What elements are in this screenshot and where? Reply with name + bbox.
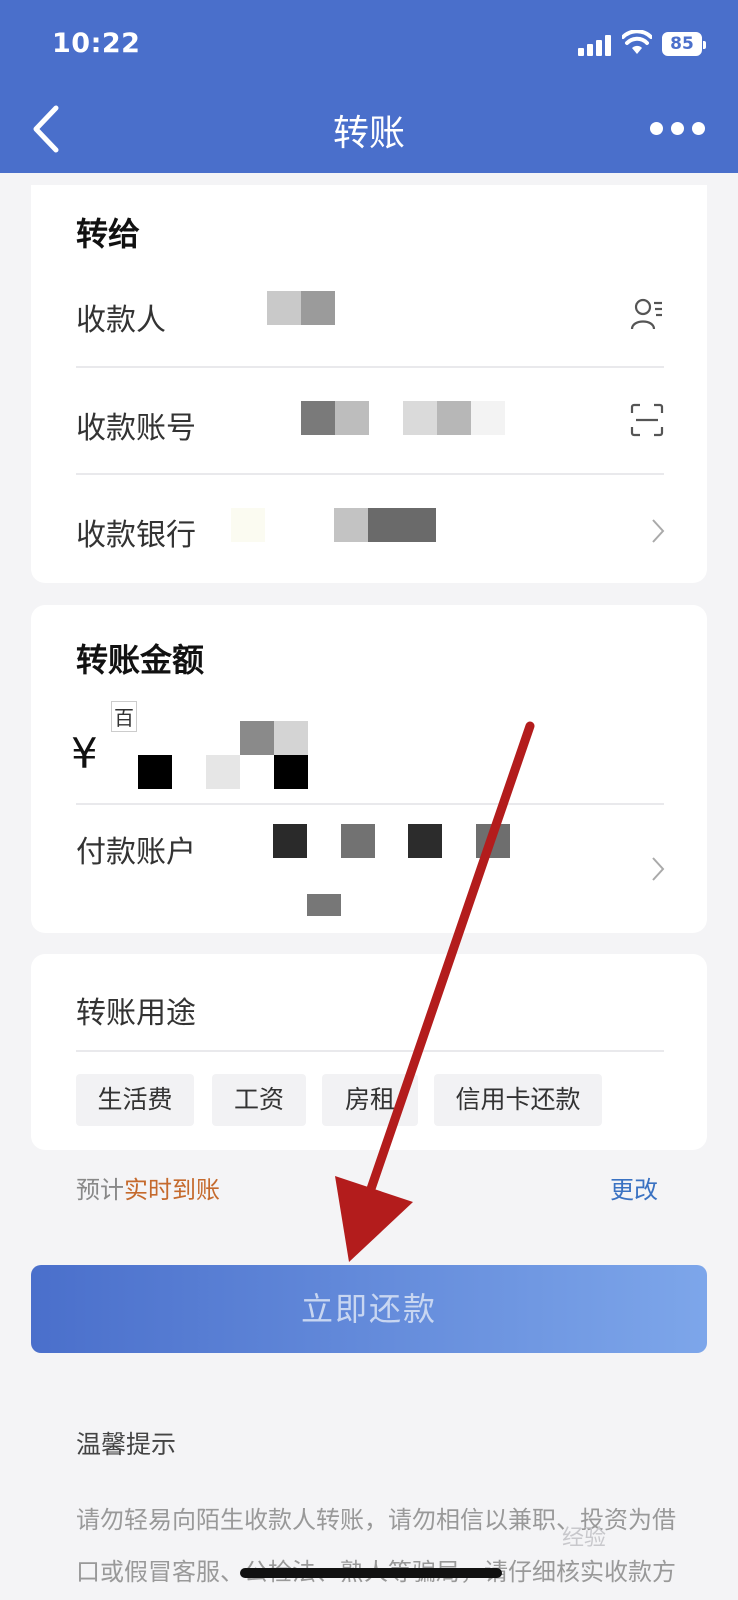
recipient-card: 转给 收款人 收款账号 收款银行 <box>31 185 707 583</box>
arrival-hint: 预计实时到账 <box>76 1170 220 1205</box>
redacted-payee <box>267 291 301 325</box>
redacted-payee <box>301 291 335 325</box>
scan-icon[interactable] <box>630 403 664 437</box>
divider <box>76 473 664 475</box>
arrival-prefix: 预计 <box>76 1176 124 1204</box>
arrival-mode: 实时到账 <box>124 1176 220 1204</box>
divider <box>76 1050 664 1052</box>
contacts-icon[interactable] <box>630 297 664 331</box>
purpose-tag[interactable]: 工资 <box>212 1074 306 1126</box>
app-header: 10:22 85 转账 <box>0 0 738 173</box>
cellular-signal-icon <box>578 34 614 56</box>
redacted-pay-account <box>476 824 510 858</box>
more-icon[interactable] <box>650 122 706 136</box>
bank-label: 收款银行 <box>76 518 196 553</box>
purpose-tag[interactable]: 生活费 <box>76 1074 194 1126</box>
redacted-account <box>471 401 505 435</box>
redacted-account <box>403 401 437 435</box>
battery-icon: 85 <box>662 32 706 56</box>
page-title: 转账 <box>332 113 405 154</box>
payee-input[interactable] <box>231 285 641 345</box>
purpose-label: 转账用途 <box>76 996 196 1031</box>
amount-input[interactable] <box>126 715 366 799</box>
redacted-pay-account <box>341 824 375 858</box>
redacted-bank <box>334 508 368 542</box>
redacted-amount <box>240 721 274 755</box>
account-input[interactable] <box>231 393 621 453</box>
bank-select[interactable] <box>231 500 664 560</box>
status-bar: 10:22 85 <box>0 0 738 90</box>
amount-card: 转账金额 百 ¥ 付款账户 <box>31 605 707 933</box>
submit-button[interactable]: 立即还款 <box>31 1265 707 1353</box>
home-indicator <box>240 1568 502 1578</box>
pay-account-label: 付款账户 <box>76 835 196 870</box>
pay-account-select[interactable] <box>231 810 664 920</box>
wifi-icon <box>622 30 652 54</box>
redacted-bank <box>231 508 265 542</box>
amount-section-title: 转账金额 <box>76 641 205 679</box>
currency-symbol: ¥ <box>71 729 98 778</box>
chevron-right-icon <box>652 857 665 881</box>
tips-title: 温馨提示 <box>76 1430 177 1459</box>
watermark: 经验 <box>562 1526 607 1551</box>
status-time: 10:22 <box>52 28 141 59</box>
redacted-account <box>437 401 471 435</box>
purpose-tag[interactable]: 房租 <box>322 1074 418 1126</box>
purpose-tag[interactable]: 信用卡还款 <box>434 1074 602 1126</box>
redacted-amount <box>274 755 308 789</box>
redacted-amount <box>206 755 240 789</box>
redacted-account <box>335 401 369 435</box>
divider <box>76 366 664 368</box>
payee-label: 收款人 <box>76 303 166 338</box>
chevron-right-icon <box>652 519 665 543</box>
purpose-input[interactable] <box>231 978 664 1034</box>
account-label: 收款账号 <box>76 411 196 446</box>
redacted-pay-account <box>408 824 442 858</box>
change-arrival-link[interactable]: 更改 <box>610 1170 658 1205</box>
redacted-account <box>301 401 335 435</box>
redacted-amount <box>138 755 172 789</box>
redacted-amount <box>274 721 308 755</box>
redacted-pay-account <box>273 824 307 858</box>
recipient-section-title: 转给 <box>76 215 141 253</box>
redacted-pay-account <box>307 894 341 916</box>
redacted-bank <box>368 508 436 542</box>
divider <box>76 803 664 805</box>
